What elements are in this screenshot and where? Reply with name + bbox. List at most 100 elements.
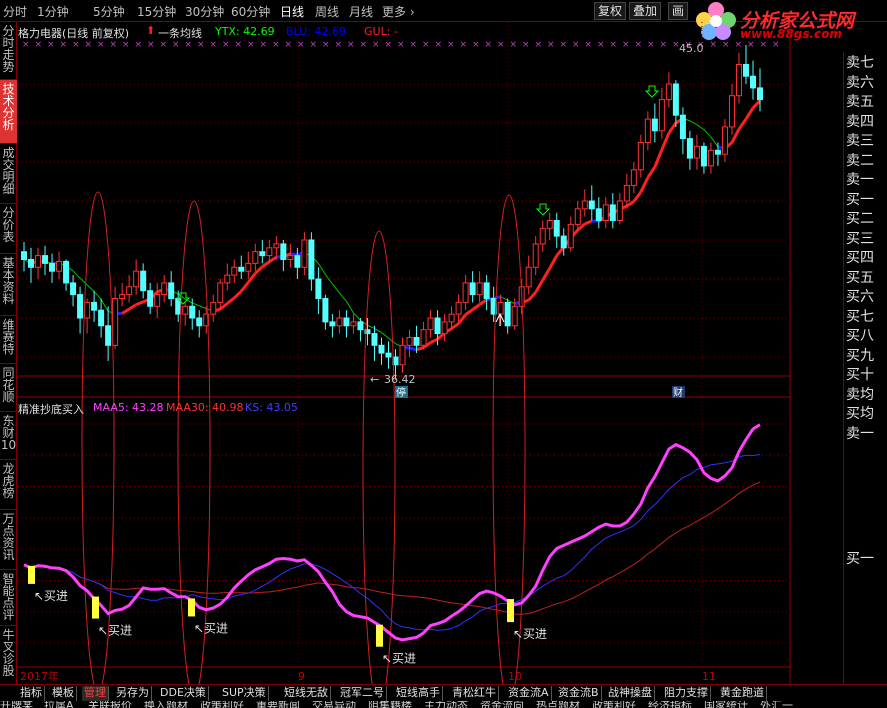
- candle: [154, 282, 161, 318]
- indicator-tab[interactable]: 短线高手: [394, 686, 443, 701]
- info-tab[interactable]: 重要新闻: [256, 701, 300, 708]
- draw-button[interactable]: 画: [668, 2, 689, 20]
- overlay-button[interactable]: 叠加: [629, 2, 662, 20]
- indicator-tab[interactable]: 短线无敌: [282, 686, 331, 701]
- candle: [455, 294, 462, 322]
- indicator-tab[interactable]: 资金流A: [506, 686, 552, 701]
- tab-dongcai[interactable]: 东财10: [0, 412, 17, 460]
- tab-tonghuashun[interactable]: 同花顺: [0, 364, 17, 412]
- tab-weisaite[interactable]: 维赛特: [0, 316, 17, 364]
- low-price-arrow: ←: [370, 373, 379, 386]
- tab-news[interactable]: 万点资讯: [0, 510, 17, 570]
- info-tab[interactable]: 拉属A: [44, 701, 74, 708]
- indicator-tab[interactable]: 指标: [18, 686, 45, 701]
- candle: [728, 84, 735, 135]
- signal-marker: ×: [472, 40, 480, 50]
- ma-segment: [457, 313, 467, 325]
- period-monthly[interactable]: 月线: [349, 3, 373, 20]
- info-tab[interactable]: 阻集籍楼: [368, 701, 412, 708]
- period-5min[interactable]: 5分钟: [93, 3, 125, 20]
- indicator-tab[interactable]: 冠军二号: [338, 686, 387, 701]
- ma-segment: [737, 118, 748, 130]
- tab-trades[interactable]: 成交明细: [0, 144, 17, 204]
- signal-marker: ×: [47, 40, 55, 50]
- ma-segment: [527, 291, 537, 302]
- indicator-tab[interactable]: 战神操盘: [606, 686, 655, 701]
- info-tab[interactable]: 政策利好: [592, 701, 636, 708]
- candle: [238, 255, 245, 279]
- ma-segment: [93, 291, 102, 300]
- info-tab[interactable]: 国家统计: [704, 701, 748, 708]
- info-tab[interactable]: 经济指标: [648, 701, 692, 708]
- tab-smart-review[interactable]: 智能点评: [0, 570, 17, 626]
- indicator-tab[interactable]: 另存为: [114, 686, 152, 701]
- info-tab[interactable]: 主力动态: [424, 701, 468, 708]
- indicator-tab[interactable]: DDE决策: [158, 686, 209, 701]
- tab-diagnosis[interactable]: 牛叉诊股: [0, 626, 17, 686]
- x-label-oct: 10: [508, 670, 522, 683]
- signal-marker: ×: [222, 40, 230, 50]
- info-tab[interactable]: 热点题材: [536, 701, 580, 708]
- info-tab[interactable]: 交易异动: [312, 701, 356, 708]
- ma-segment: [381, 332, 389, 339]
- indicator-tab[interactable]: 资金流B: [556, 686, 602, 701]
- period-30min[interactable]: 30分钟: [185, 3, 224, 20]
- period-15min[interactable]: 15分钟: [137, 3, 176, 20]
- signal-marker: ×: [522, 40, 530, 50]
- period-more[interactable]: 更多 ›: [382, 3, 415, 20]
- finance-badge[interactable]: 财: [673, 386, 683, 399]
- tab-price-table[interactable]: 分价表: [0, 204, 17, 254]
- ma-segment: [500, 296, 508, 301]
- ma-segment: [429, 337, 439, 344]
- ma-segment: [268, 256, 278, 263]
- info-tab[interactable]: 开牌某: [0, 701, 33, 708]
- period-weekly[interactable]: 周线: [315, 3, 339, 20]
- signal-marker: ×: [360, 40, 368, 50]
- adjust-button[interactable]: 复权: [594, 2, 627, 20]
- candle: [735, 52, 742, 104]
- kline-chart[interactable]: × × × × × × × × × × × × × × × × × × × × × × × × × × × × × × × × × × × × × × × ×…: [18, 22, 791, 686]
- period-daily[interactable]: 日线: [280, 3, 304, 20]
- order-book-panel: 卖七 卖六 卖五 卖四 卖三 卖二 卖一 买一 买二 买三 买四 买五 买六 买七 买八 买九 买十 卖均 买均 卖一…: [843, 52, 887, 686]
- period-60min[interactable]: 60分钟: [231, 3, 270, 20]
- candle: [497, 294, 504, 326]
- info-tab[interactable]: 关联报价: [88, 701, 132, 708]
- buy-label: ↖买进: [98, 624, 132, 638]
- candle: [357, 318, 364, 342]
- buy-signal: ↖买进: [376, 624, 416, 666]
- candle: [301, 232, 308, 276]
- x-label-year: 2017年: [20, 669, 59, 683]
- indicator-name[interactable]: 一条均线: [158, 25, 202, 41]
- stock-title: 格力电器(日线 前复权): [18, 27, 130, 40]
- indicator-tab-bar: 指标 模板 管理 另存为 DDE决策 SUP决策 短线无敌 冠军二号 短线高手 青松红牛 资金流A 资…: [0, 684, 887, 701]
- info-tab[interactable]: 政策利好: [200, 701, 244, 708]
- candle: [21, 241, 27, 272]
- indicator-tab[interactable]: SUP决策: [220, 686, 269, 701]
- info-tab[interactable]: 换入题材: [144, 701, 188, 708]
- candle: [105, 306, 112, 361]
- tab-technical[interactable]: 技术分析: [0, 80, 17, 144]
- signal-marker: ×: [347, 40, 355, 50]
- indicator-tab[interactable]: 管理: [82, 686, 109, 701]
- order-book-row: 卖五: [846, 94, 874, 110]
- ma-segment: [409, 346, 417, 352]
- tab-intraday[interactable]: 分时走势: [0, 22, 17, 80]
- period-tick[interactable]: 分时: [3, 3, 27, 20]
- ma-segment: [72, 270, 81, 279]
- candle: [665, 72, 672, 108]
- info-tab[interactable]: 外汇一: [760, 701, 793, 708]
- indicator-tab[interactable]: 模板: [50, 686, 77, 701]
- info-tab[interactable]: 资金流向: [480, 701, 524, 708]
- signal-marker: ×: [60, 40, 68, 50]
- tab-basic-info[interactable]: 基本资料: [0, 254, 17, 316]
- indicator-tab[interactable]: 阻力支撑: [662, 686, 711, 701]
- indicator-tab[interactable]: 黄金跑道: [718, 686, 767, 701]
- candle: [588, 185, 595, 221]
- sub-indicator-name[interactable]: 精准抄底买入: [18, 401, 84, 417]
- candle: [210, 294, 217, 322]
- chart-area[interactable]: × × × × × × × × × × × × × × × × × × × × × × × × × × × × × × × × × × × × × × × ×…: [18, 22, 791, 686]
- period-1min[interactable]: 1分钟: [37, 3, 69, 20]
- indicator-tab[interactable]: 青松红牛: [450, 686, 499, 701]
- signal-marker: ×: [260, 40, 268, 50]
- tab-dragon-tiger[interactable]: 龙虎榜: [0, 460, 17, 510]
